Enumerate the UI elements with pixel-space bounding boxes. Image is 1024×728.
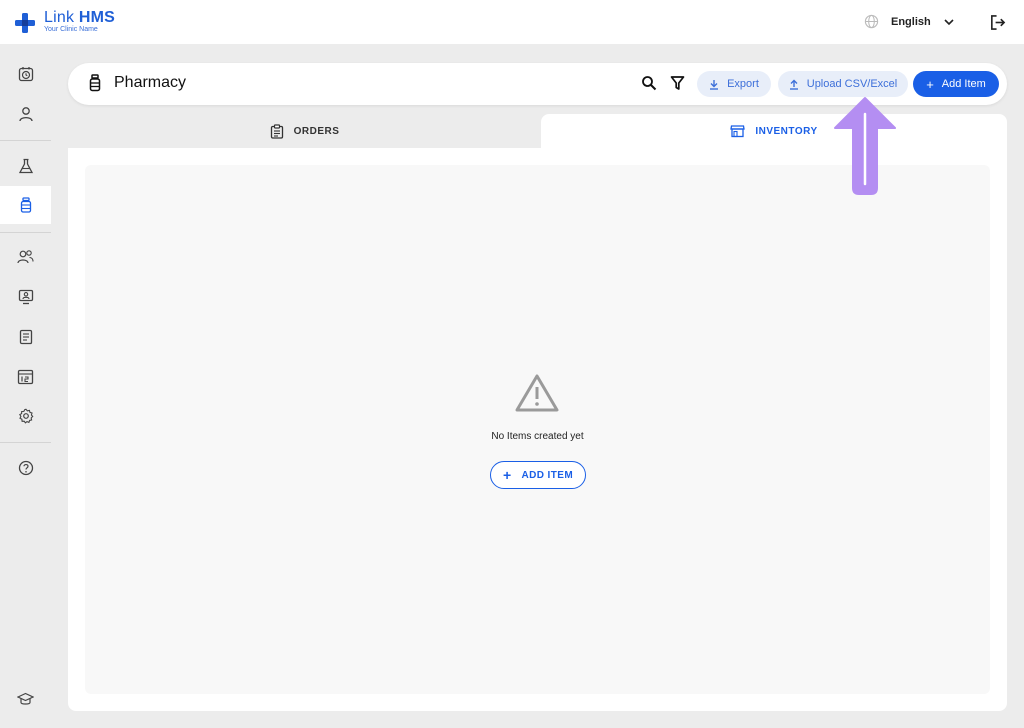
add-item-outline-label: ADD ITEM — [521, 469, 574, 481]
export-label: Export — [727, 78, 759, 90]
chevron-down-icon — [944, 18, 954, 25]
empty-message: No Items created yet — [491, 431, 584, 442]
brand-name: Link HMS — [44, 9, 115, 26]
users-icon — [17, 250, 34, 264]
clock-icon — [18, 67, 33, 82]
store-icon — [730, 125, 746, 138]
upload-csv-button[interactable]: Upload CSV/Excel — [778, 71, 908, 97]
warning-icon — [515, 374, 559, 412]
arrow-up-annotation-icon — [834, 97, 896, 195]
sidebar-item-lab[interactable] — [0, 147, 51, 185]
sidebar-item-settings[interactable] — [0, 397, 51, 435]
user-icon — [18, 107, 33, 122]
sidebar-item-staff[interactable] — [0, 238, 51, 276]
download-icon — [710, 79, 719, 90]
sidebar-item-reports[interactable] — [0, 318, 51, 356]
sidebar-item-help[interactable] — [0, 449, 51, 487]
monitor-user-icon — [18, 289, 33, 305]
clipboard-icon — [270, 123, 283, 139]
lab-flask-icon — [18, 158, 33, 174]
pharmacy-bottle-icon — [89, 74, 101, 92]
plus-icon: + — [926, 76, 934, 92]
tab-orders[interactable]: ORDERS — [68, 114, 541, 148]
language-selector[interactable]: English — [864, 14, 955, 29]
filter-icon[interactable] — [670, 75, 685, 91]
upload-label: Upload CSV/Excel — [806, 78, 898, 90]
tab-inventory[interactable]: INVENTORY — [541, 114, 1007, 148]
brand-cross-icon — [15, 13, 35, 33]
add-item-outline-button[interactable]: + ADD ITEM — [490, 461, 586, 489]
add-item-button[interactable]: + Add Item — [913, 71, 999, 97]
search-icon[interactable] — [641, 75, 657, 91]
sidebar-item-appointments[interactable] — [0, 55, 51, 93]
logout-icon[interactable] — [989, 14, 1006, 31]
brand-logo[interactable]: Link HMS Your Clinic Name — [14, 9, 115, 34]
pharmacy-bottle-icon — [20, 197, 31, 213]
upload-icon — [789, 79, 798, 90]
plus-icon: + — [502, 467, 512, 483]
top-bar: Link HMS Your Clinic Name English — [0, 0, 1024, 44]
chart-icon — [17, 369, 34, 385]
tab-orders-label: ORDERS — [293, 125, 340, 137]
sidebar-item-analytics[interactable] — [0, 358, 51, 396]
clinic-name: Your Clinic Name — [44, 26, 98, 33]
sidebar-item-pharmacy[interactable] — [0, 186, 51, 224]
settings-icon — [18, 408, 33, 424]
sidebar-item-training[interactable] — [0, 680, 51, 718]
sidebar-item-patients[interactable] — [0, 95, 51, 133]
language-label: English — [891, 15, 931, 28]
sidebar — [0, 44, 51, 728]
sidebar-item-telemedicine[interactable] — [0, 278, 51, 316]
export-button[interactable]: Export — [697, 71, 771, 97]
inventory-panel: No Items created yet + ADD ITEM — [68, 148, 1007, 711]
graduation-cap-icon — [17, 692, 34, 705]
help-icon — [18, 460, 33, 476]
empty-state-area: No Items created yet + ADD ITEM — [85, 165, 990, 694]
add-item-label: Add Item — [941, 78, 986, 90]
report-icon — [19, 329, 32, 345]
tab-inventory-label: INVENTORY — [755, 125, 818, 137]
page-title: Pharmacy — [114, 74, 187, 91]
globe-icon — [864, 14, 879, 29]
